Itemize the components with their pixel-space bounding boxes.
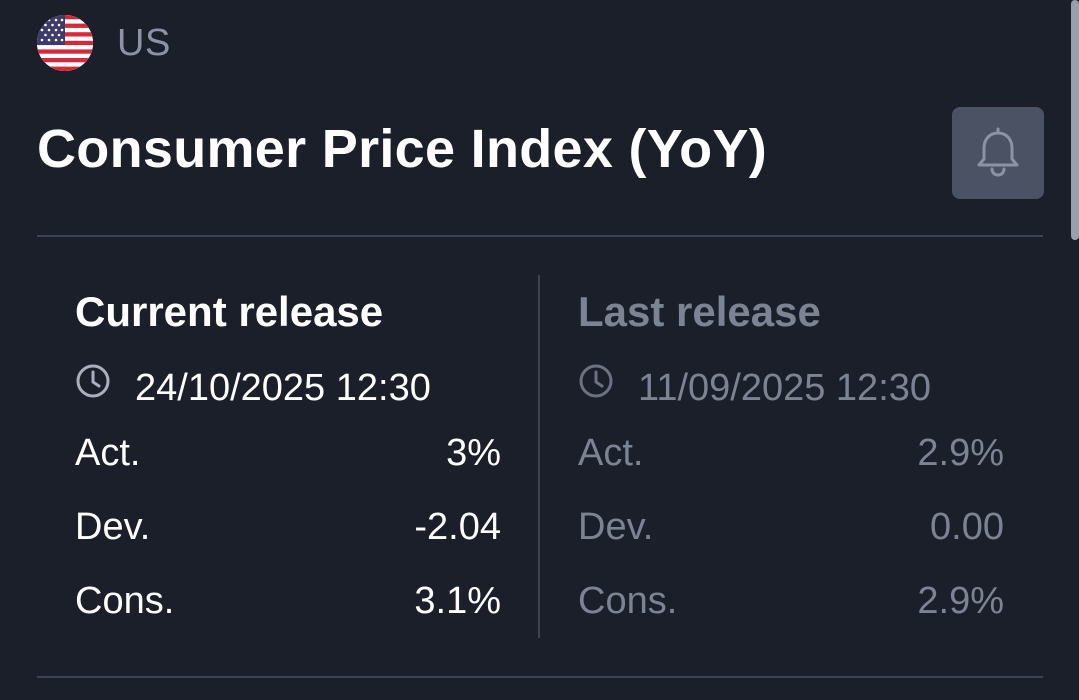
stat-value: 2.9% <box>917 579 1004 622</box>
stat-label: Act. <box>578 431 644 474</box>
current-deviation-row: Dev. -2.04 <box>75 490 501 564</box>
stat-label: Cons. <box>75 579 175 622</box>
scrollbar[interactable] <box>1071 0 1079 240</box>
stat-value: 2.9% <box>917 431 1004 474</box>
stat-label: Dev. <box>75 505 151 548</box>
column-divider <box>538 275 540 638</box>
country-row: US <box>37 14 171 72</box>
footer-divider <box>37 676 1043 678</box>
country-name: US <box>117 21 171 64</box>
stat-value: -2.04 <box>414 505 501 548</box>
last-release-datetime-row: 11/09/2025 12:30 <box>578 362 1004 414</box>
current-consensus-row: Cons. 3.1% <box>75 564 501 638</box>
last-release-datetime: 11/09/2025 12:30 <box>638 366 932 409</box>
current-release-datetime-row: 24/10/2025 12:30 <box>75 362 501 414</box>
last-deviation-row: Dev. 0.00 <box>578 490 1004 564</box>
event-title: Consumer Price Index (YoY) <box>37 119 767 179</box>
stat-label: Cons. <box>578 579 678 622</box>
last-release-heading: Last release <box>578 288 821 335</box>
clock-icon <box>579 364 613 398</box>
clock-icon <box>76 364 110 398</box>
bell-icon <box>977 127 1019 177</box>
last-consensus-row: Cons. 2.9% <box>578 564 1004 638</box>
current-release-heading: Current release <box>75 288 384 335</box>
current-release-datetime: 24/10/2025 12:30 <box>135 366 431 409</box>
stat-value: 3.1% <box>414 579 501 622</box>
current-release-panel: Current release 24/10/2025 12:30 Act. 3%… <box>75 286 501 638</box>
last-release-panel: Last release 11/09/2025 12:30 Act. 2.9% … <box>578 286 1004 638</box>
last-actual-row: Act. 2.9% <box>578 416 1004 490</box>
stat-label: Act. <box>75 431 141 474</box>
alert-button[interactable] <box>952 107 1044 199</box>
stat-value: 3% <box>446 431 501 474</box>
header-divider <box>37 235 1043 237</box>
stat-label: Dev. <box>578 505 654 548</box>
stat-value: 0.00 <box>930 505 1004 548</box>
current-actual-row: Act. 3% <box>75 416 501 490</box>
event-detail-card: US Consumer Price Index (YoY) Current re… <box>0 0 1079 700</box>
us-flag-icon <box>37 15 93 71</box>
